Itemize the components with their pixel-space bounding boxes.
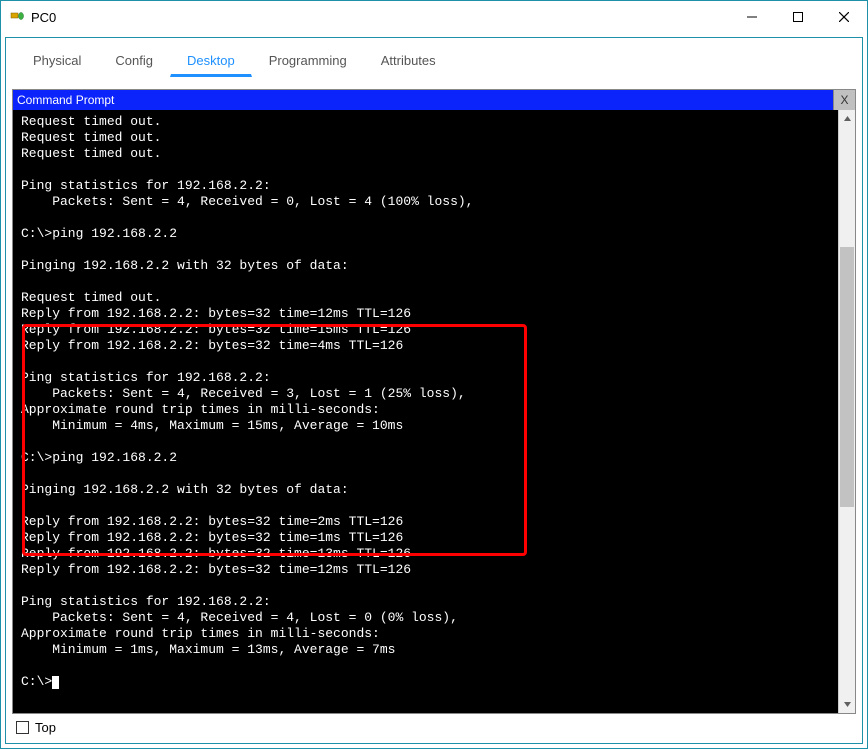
scroll-track[interactable] bbox=[839, 127, 855, 696]
scroll-thumb[interactable] bbox=[840, 247, 854, 507]
tab-config[interactable]: Config bbox=[98, 48, 170, 77]
top-checkbox[interactable] bbox=[16, 721, 29, 734]
scroll-down-button[interactable] bbox=[839, 696, 855, 713]
window-controls bbox=[729, 1, 867, 33]
command-prompt-titlebar[interactable]: Command Prompt X bbox=[13, 90, 855, 110]
client-area: Physical Config Desktop Programming Attr… bbox=[5, 37, 863, 744]
bottom-toolbar: Top bbox=[12, 714, 856, 737]
tab-desktop[interactable]: Desktop bbox=[170, 48, 252, 77]
window-title: PC0 bbox=[31, 10, 56, 25]
maximize-button[interactable] bbox=[775, 1, 821, 33]
minimize-button[interactable] bbox=[729, 1, 775, 33]
tab-attributes[interactable]: Attributes bbox=[364, 48, 453, 77]
tab-bar: Physical Config Desktop Programming Attr… bbox=[12, 48, 856, 77]
app-window: PC0 Physical Config Desktop Programming … bbox=[0, 0, 868, 749]
titlebar[interactable]: PC0 bbox=[1, 1, 867, 33]
command-prompt-panel: Command Prompt X Request timed out. Requ… bbox=[12, 89, 856, 714]
terminal-cursor bbox=[52, 676, 59, 689]
vertical-scrollbar[interactable] bbox=[838, 110, 855, 713]
command-prompt-close-button[interactable]: X bbox=[833, 90, 855, 110]
command-prompt-body: Request timed out. Request timed out. Re… bbox=[13, 110, 855, 713]
terminal-output[interactable]: Request timed out. Request timed out. Re… bbox=[13, 110, 838, 713]
scroll-up-button[interactable] bbox=[839, 110, 855, 127]
tab-programming[interactable]: Programming bbox=[252, 48, 364, 77]
top-checkbox-label: Top bbox=[35, 720, 56, 735]
command-prompt-title: Command Prompt bbox=[17, 93, 114, 107]
app-icon bbox=[9, 9, 25, 25]
tab-physical[interactable]: Physical bbox=[16, 48, 98, 77]
close-button[interactable] bbox=[821, 1, 867, 33]
